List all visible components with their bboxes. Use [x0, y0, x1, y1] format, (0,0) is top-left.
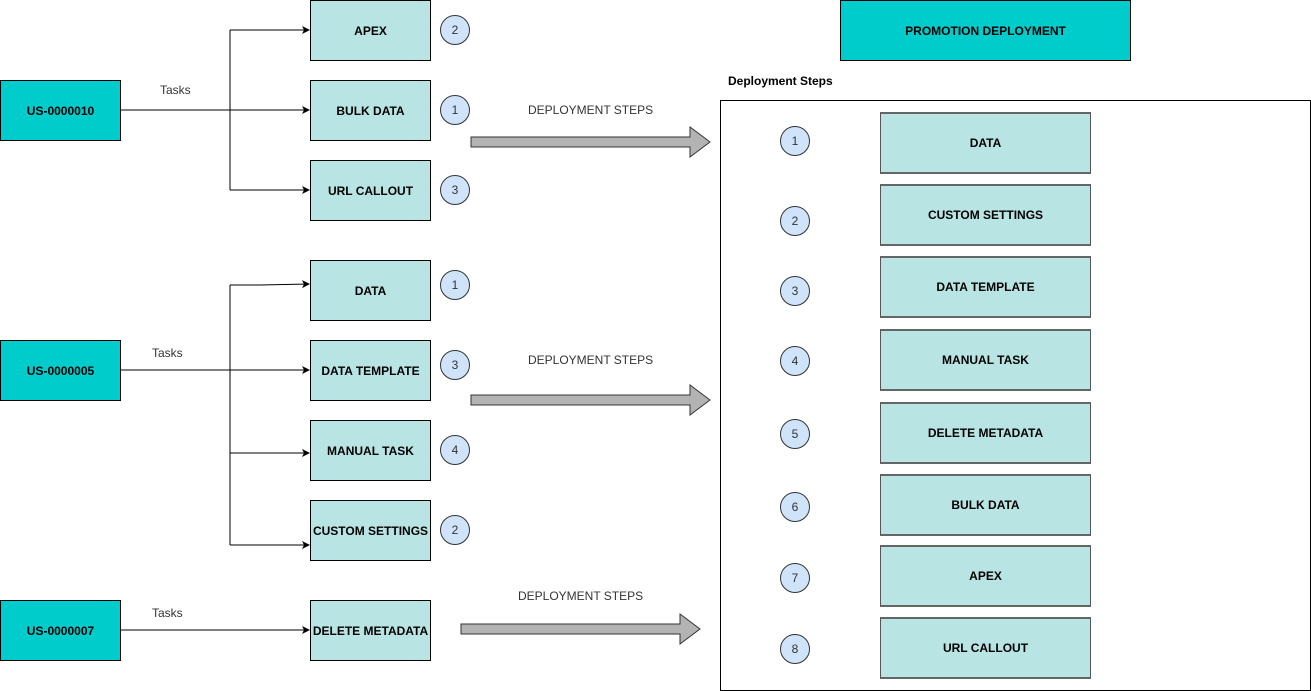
tasks-label: Tasks: [160, 83, 191, 97]
promotion-deployment-title-text: PROMOTION DEPLOYMENT: [905, 23, 1066, 38]
promotion-step[interactable]: DELETE METADATA: [880, 402, 1091, 464]
user-story-box[interactable]: US-0000007: [0, 600, 121, 661]
order-badge: 4: [440, 435, 470, 465]
task-box[interactable]: BULK DATA: [310, 80, 431, 141]
order-badge: 2: [440, 515, 470, 545]
step-label: DELETE METADATA: [927, 426, 1044, 440]
promotion-step[interactable]: MANUAL TASK: [880, 329, 1091, 391]
promotion-step[interactable]: CUSTOM SETTINGS: [880, 184, 1091, 246]
task-box[interactable]: DATA TEMPLATE: [310, 340, 431, 401]
task-box[interactable]: CUSTOM SETTINGS: [310, 500, 431, 561]
promotion-step[interactable]: BULK DATA: [880, 474, 1091, 536]
order-number: 8: [791, 642, 799, 656]
deployment-steps-arrow-label: DEPLOYMENT STEPS: [528, 103, 654, 117]
step-label: CUSTOM SETTINGS: [927, 208, 1044, 222]
promotion-step[interactable]: APEX: [880, 545, 1091, 607]
promotion-deployment-title[interactable]: PROMOTION DEPLOYMENT: [840, 0, 1131, 61]
order-badge: 3: [440, 350, 470, 380]
step-label: DATA: [969, 136, 1002, 150]
user-story-box[interactable]: US-0000005: [0, 340, 121, 401]
order-number: 3: [791, 284, 799, 298]
deployment-arrow-1: [470, 126, 711, 158]
task-label: MANUAL TASK: [327, 443, 414, 458]
user-story-box[interactable]: US-0000010: [0, 80, 121, 141]
task-label: BULK DATA: [336, 103, 405, 118]
task-label: CUSTOM SETTINGS: [312, 523, 429, 538]
step-label: BULK DATA: [951, 498, 1020, 512]
order-number: 1: [451, 278, 459, 292]
deployment-steps-arrow-label: DEPLOYMENT STEPS: [518, 589, 644, 603]
deployment-steps-heading: Deployment Steps: [728, 74, 833, 88]
order-number: 7: [791, 571, 799, 585]
step-order-badge: 8: [780, 634, 810, 664]
step-order-badge: 7: [780, 563, 810, 593]
order-number: 2: [451, 23, 459, 37]
task-label: DATA TEMPLATE: [321, 363, 420, 378]
step-label: APEX: [969, 569, 1002, 583]
user-story-id: US-0000010: [26, 103, 95, 118]
order-number: 5: [791, 427, 799, 441]
task-label: DELETE METADATA: [312, 623, 429, 638]
promotion-step[interactable]: URL CALLOUT: [880, 617, 1091, 679]
order-badge: 3: [440, 175, 470, 205]
task-label: APEX: [354, 23, 387, 38]
order-number: 2: [791, 214, 799, 228]
tasks-label: Tasks: [152, 606, 183, 620]
order-number: 4: [791, 354, 799, 368]
story-2-connectors: [120, 280, 310, 549]
deployment-arrow-2: [470, 384, 711, 416]
order-badge: 1: [440, 95, 470, 125]
task-box[interactable]: DATA: [310, 260, 431, 321]
step-label: MANUAL TASK: [942, 353, 1029, 367]
tasks-label: Tasks: [152, 346, 183, 360]
order-badge: 1: [440, 270, 470, 300]
promotion-step[interactable]: DATA TEMPLATE: [880, 256, 1091, 318]
step-order-badge: 2: [780, 206, 810, 236]
order-number: 1: [451, 103, 459, 117]
order-number: 4: [451, 443, 459, 457]
step-label: URL CALLOUT: [942, 641, 1029, 655]
connector-line: [230, 280, 310, 289]
step-order-badge: 5: [780, 419, 810, 449]
task-box[interactable]: MANUAL TASK: [310, 420, 431, 481]
promotion-step[interactable]: DATA: [880, 112, 1091, 174]
order-number: 6: [791, 500, 799, 514]
order-number: 3: [451, 358, 459, 372]
step-order-badge: 3: [780, 276, 810, 306]
order-number: 1: [791, 134, 799, 148]
order-number: 3: [451, 183, 459, 197]
task-label: DATA: [354, 283, 387, 298]
story-1-connectors: [120, 26, 310, 194]
task-box[interactable]: APEX: [310, 0, 431, 61]
task-box[interactable]: DELETE METADATA: [310, 600, 431, 661]
task-box[interactable]: URL CALLOUT: [310, 160, 431, 221]
step-order-badge: 6: [780, 492, 810, 522]
task-label: URL CALLOUT: [327, 183, 414, 198]
user-story-id: US-0000007: [26, 623, 95, 638]
order-number: 2: [451, 523, 459, 537]
step-order-badge: 1: [780, 126, 810, 156]
deployment-steps-arrow-label: DEPLOYMENT STEPS: [528, 353, 654, 367]
user-story-id: US-0000005: [26, 363, 95, 378]
deployment-arrow-3: [460, 613, 701, 645]
order-badge: 2: [440, 15, 470, 45]
step-order-badge: 4: [780, 346, 810, 376]
step-label: DATA TEMPLATE: [936, 280, 1035, 294]
